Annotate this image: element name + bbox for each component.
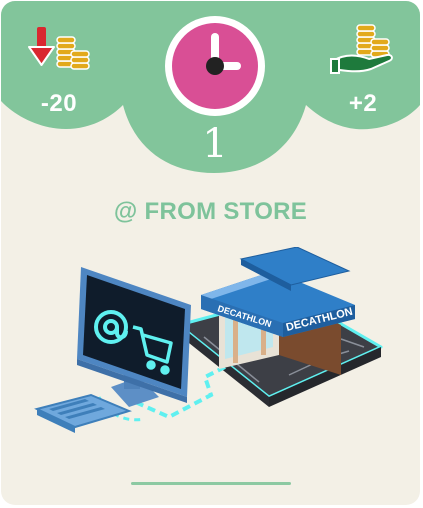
cost-stat: -20 bbox=[19, 23, 99, 118]
reward-stat: +2 bbox=[323, 23, 403, 118]
clock-icon bbox=[165, 16, 265, 116]
event-card[interactable]: -20 1 +2 @ FROM STORE DECATHLON DECATHLO… bbox=[1, 1, 420, 505]
card-title: @ FROM STORE bbox=[113, 198, 308, 225]
cost-value: -20 bbox=[40, 90, 78, 117]
store-pickup-illustration: DECATHLON DECATHLON bbox=[34, 247, 383, 433]
turn-timer bbox=[162, 13, 268, 119]
reward-value: +2 bbox=[348, 90, 378, 117]
coins-hand-icon bbox=[330, 24, 393, 74]
coins-down-arrow-icon bbox=[28, 27, 90, 70]
turn-number: 1 bbox=[202, 121, 228, 167]
keyboard-icon bbox=[34, 393, 132, 433]
bottom-divider bbox=[131, 482, 291, 485]
computer-monitor-icon bbox=[77, 267, 191, 407]
